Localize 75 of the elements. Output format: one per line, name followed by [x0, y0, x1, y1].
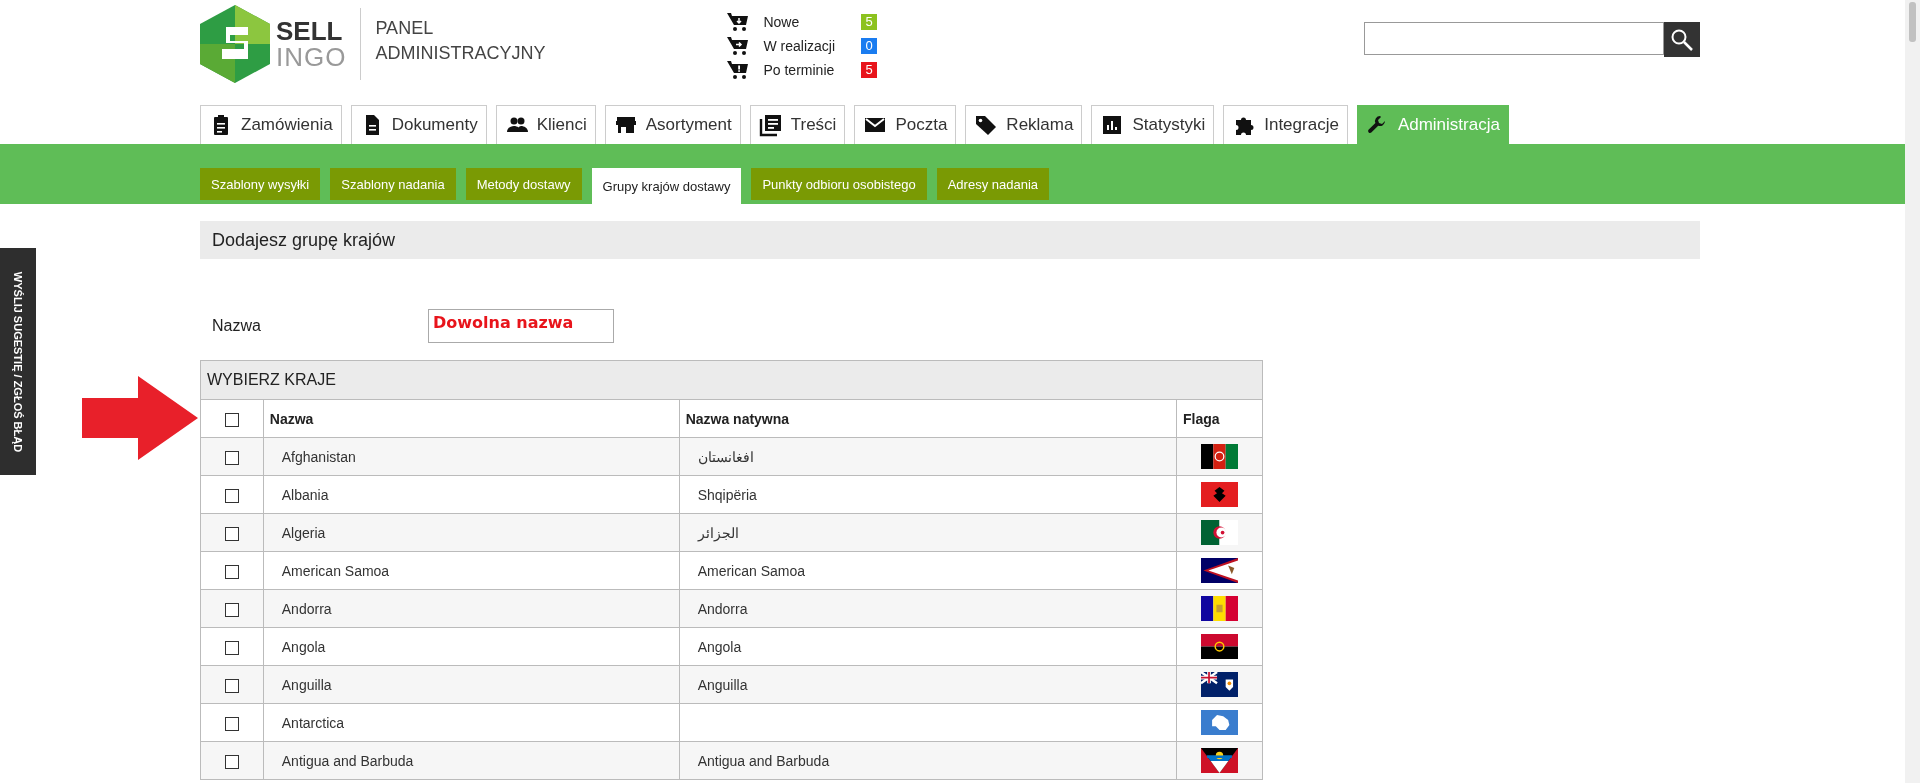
- nav-tab[interactable]: Poczta: [854, 105, 957, 144]
- flag-icon: [1201, 634, 1238, 659]
- row-checkbox[interactable]: [224, 678, 239, 693]
- nav-tab[interactable]: Asortyment: [604, 105, 741, 144]
- native-name-cell-text: Anguilla: [696, 676, 749, 693]
- cart-icon: [727, 59, 750, 80]
- native-name-cell-text: Shqipëria: [696, 486, 758, 503]
- flag-icon: [1201, 520, 1238, 545]
- flag-icon: [1201, 444, 1238, 469]
- search-field[interactable]: [1364, 22, 1664, 55]
- tab-icon: [758, 113, 783, 137]
- flag-icon: [1201, 672, 1238, 697]
- nav-tab[interactable]: Treści: [749, 105, 846, 144]
- row-checkbox[interactable]: [224, 754, 239, 769]
- row-checkbox[interactable]: [224, 488, 239, 503]
- column-header: Flaga: [1176, 399, 1263, 438]
- order-status-label[interactable]: Po terminie: [763, 61, 860, 78]
- country-name-cell-text: Anguilla: [280, 676, 333, 693]
- search-button[interactable]: [1664, 22, 1700, 57]
- native-name-cell-text: الجزائر: [696, 524, 740, 541]
- flag-icon: [1201, 710, 1238, 735]
- count-badge: 5: [861, 61, 877, 78]
- scrollbar[interactable]: [1905, 0, 1920, 783]
- country-name-cell-text: Afghanistan: [280, 448, 357, 465]
- country-name-cell-text: Algeria: [280, 524, 327, 541]
- panel-title: PANEL: [375, 17, 435, 40]
- feedback-side-tab[interactable]: WYŚLIJ SUGESTIĘ / ZGŁOŚ BŁĄD: [0, 248, 36, 475]
- order-status-label[interactable]: W realizacji: [763, 37, 860, 54]
- country-name-cell-text: Antarctica: [280, 714, 346, 731]
- row-checkbox[interactable]: [224, 450, 239, 465]
- flag-icon: [1201, 558, 1238, 583]
- native-name-cell-text: افغانستان: [696, 448, 755, 465]
- row-checkbox[interactable]: [224, 640, 239, 655]
- logo-text: INGO: [276, 44, 347, 70]
- order-status-label[interactable]: Nowe: [763, 13, 860, 30]
- nav-tab[interactable]: Zamówienia: [200, 105, 342, 144]
- count-badge: 0: [861, 37, 877, 54]
- native-name-cell-text: Angola: [696, 638, 743, 655]
- count-badge: 5: [861, 13, 877, 30]
- sub-tab[interactable]: Grupy krajów dostawy: [591, 168, 742, 204]
- cart-icon: [727, 11, 750, 32]
- hexagon-logo-icon: [200, 5, 270, 83]
- arrow-icon: [82, 376, 198, 460]
- country-name-cell-text: Angola: [280, 638, 327, 655]
- country-name-cell-text: Andorra: [280, 600, 333, 617]
- row-checkbox[interactable]: [224, 716, 239, 731]
- section-heading: Dodajesz grupę krajów: [200, 221, 1700, 259]
- search-icon: [1670, 27, 1694, 52]
- column-header: Nazwa natywna: [679, 399, 1177, 438]
- row-checkbox[interactable]: [224, 564, 239, 579]
- flag-icon: [1201, 748, 1238, 773]
- name-input-field[interactable]: Dowolna nazwa: [428, 309, 614, 343]
- tab-icon: [974, 113, 999, 137]
- native-name-cell-text: Andorra: [696, 600, 749, 617]
- nav-tab[interactable]: Klienci: [495, 105, 596, 144]
- flag-icon: [1201, 596, 1238, 621]
- nav-tab[interactable]: Dokumenty: [350, 105, 487, 144]
- cart-icon: [727, 35, 750, 56]
- country-name-cell-text: Albania: [280, 486, 330, 503]
- nav-tab[interactable]: Reklama: [965, 105, 1083, 144]
- native-name-cell-text: Antigua and Barbuda: [696, 752, 831, 769]
- row-checkbox[interactable]: [224, 602, 239, 617]
- native-name-cell-text: American Samoa: [696, 562, 806, 579]
- nav-tab[interactable]: Statystyki: [1091, 105, 1215, 144]
- table-title: WYBIERZ KRAJE: [200, 360, 1263, 400]
- name-label: Nazwa: [211, 317, 262, 335]
- column-header: Nazwa: [263, 399, 680, 438]
- nav-tab[interactable]: Integracje: [1223, 105, 1348, 144]
- flag-icon: [1201, 482, 1238, 507]
- country-name-cell-text: Antigua and Barbuda: [280, 752, 415, 769]
- country-name-cell-text: American Samoa: [280, 562, 391, 579]
- row-checkbox[interactable]: [224, 526, 239, 541]
- logo-text: SELL: [276, 18, 344, 44]
- select-all-checkbox[interactable]: [224, 412, 239, 427]
- panel-title: ADMINISTRACYJNY: [375, 42, 546, 65]
